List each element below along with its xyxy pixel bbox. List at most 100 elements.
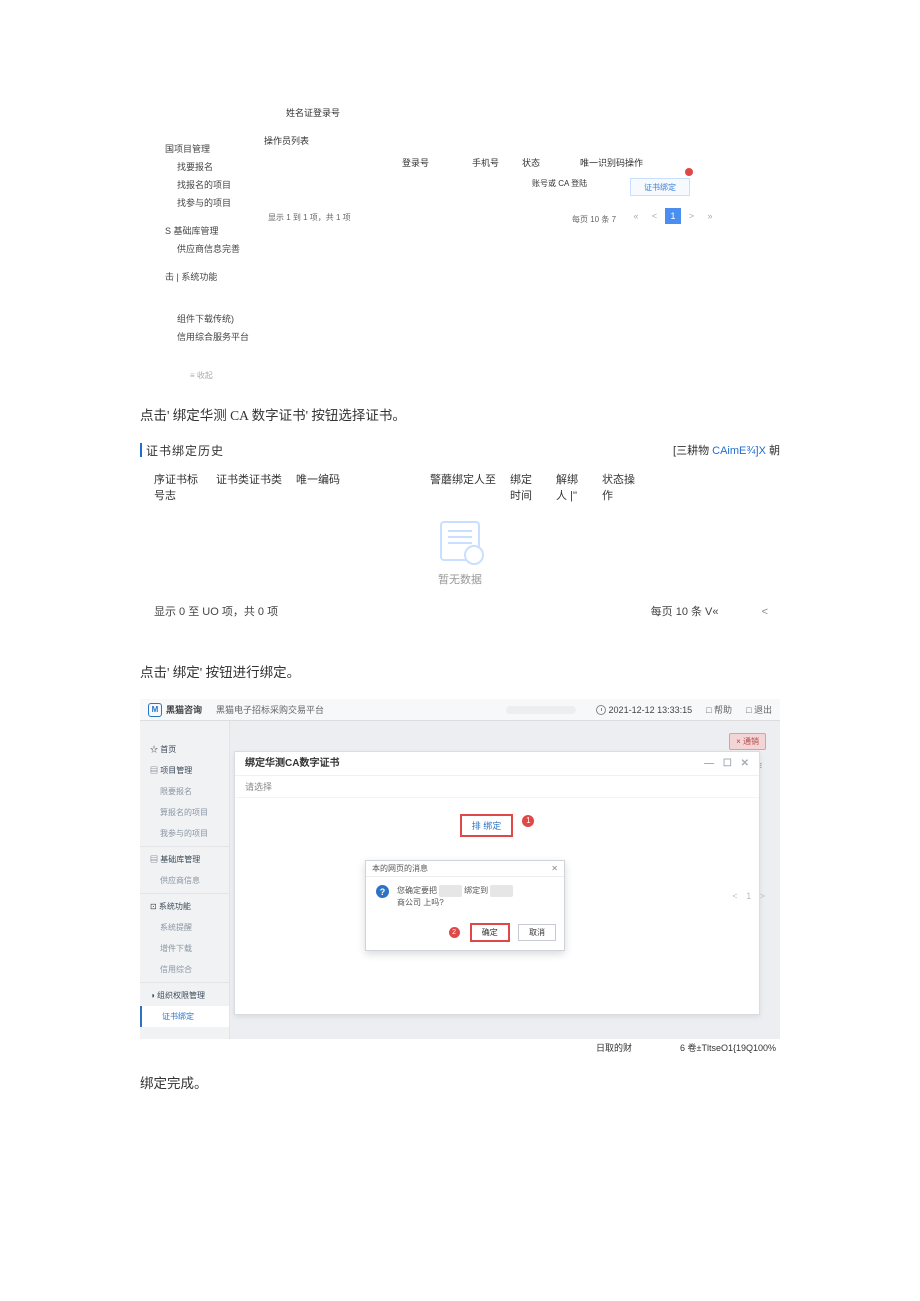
pager-current[interactable]: 1 [665,208,681,224]
side-sys-a[interactable]: 系统提醒 [140,917,229,938]
redacted-icon: ████ [490,885,513,897]
side-home[interactable]: ☆ 首页 [140,739,229,760]
bind-button[interactable]: 排 绑定 [460,814,514,837]
pager: « < 1 > » [628,208,718,224]
link-bind-ca[interactable]: [三耕物 CAimE¾]X 朝 [673,442,780,458]
range-text: 显示 0 至 UO 项，共 0 项 [154,603,278,619]
empty-state: 暂无数据 [140,521,780,587]
col-uid: 唯一编码 [296,471,430,503]
empty-text: 暂无数据 [140,571,780,587]
acct-or-ca-label: 账号或 CA 登陆 [532,178,592,189]
side-proj-b[interactable]: 算报名的项目 [140,802,229,823]
bind-button-host: 排 绑定 1 [235,814,759,837]
question-icon: ? [376,885,389,898]
table-range-text: 显示 1 到 1 项，共 1 项 [268,212,351,223]
nav-base-mgmt[interactable]: S 基础库管理 [165,222,275,240]
brand-logo-icon: M [148,703,162,717]
app-sidebar: ☆ 首页 ▤ 项目管理 限要报名 算报名的项目 我参与的项目 ▤ 基础库管理 供… [140,721,230,1039]
cert-history-title: 证书绑定历史 [140,442,224,459]
pager-last[interactable]: » [702,208,718,224]
datetime-text: 2021-12-12 13:33:15 [609,705,693,715]
side-cert-bind[interactable]: 证书绑定 [140,1006,229,1027]
app-content: × 通销 ⤢ 操作 绑定华测CA数字证书 — ☐ ✕ 请选择 排 绑定 [230,721,780,1039]
pager-text: 每页 10 条 V« < [651,603,768,619]
col-serial: 序证书标号志 [154,471,216,503]
confirm-header-text: 本的网页的消息 [372,861,428,876]
cert-history-panel: 证书绑定历史 [三耕物 CAimE¾]X 朝 序证书标号志 证书类证书类 唯一编… [140,442,780,619]
instruction-bind: 点击' 绑定' 按钮进行绑定。 [140,661,780,681]
nav-download[interactable]: 组件下载传统) [177,310,275,328]
nav-supplier-info[interactable]: 供应商信息完善 [177,240,275,258]
side-sys-c[interactable]: 信用综合 [140,959,229,980]
confirm-text: 您确定要把 ████ 绑定到 ████ 商公司 上吗? [397,885,513,909]
nav-system-fn[interactable]: 击 | 系统功能 [165,268,275,286]
pg-prev-icon[interactable]: < [732,891,737,901]
col-status: 状态 [522,156,540,169]
platform-name: 黑猫电子招标采购交易平台 [216,703,324,716]
cert-bind-button[interactable]: 证书绑定 [630,178,690,196]
bind-dialog-screenshot: M 黑猫咨询 黑猫电子招标采购交易平台 2021-12-12 13:33:15 … [140,699,780,1039]
help-button[interactable]: □ 帮助 [706,703,732,716]
confirm-cancel-button[interactable]: 取消 [518,924,556,941]
cert-history-footer: 显示 0 至 UO 项，共 0 项 每页 10 条 V« < [154,603,768,619]
pager-first[interactable]: « [628,208,644,224]
side-sys[interactable]: ⊡ 系统功能 [140,896,229,917]
pg-next-icon[interactable]: > [760,891,765,901]
side-proj[interactable]: ▤ 项目管理 [140,760,229,781]
pager-next[interactable]: > [684,208,700,224]
col-binder: 警蘑绑定人至 [430,471,510,503]
col-status-op: 状态操作 [602,471,650,503]
pg-1[interactable]: 1 [746,891,751,901]
nav-project-mgmt[interactable]: 国项目管理 [165,140,275,158]
page-size-text: 每页 10 条 7 [572,214,616,225]
callout-1-icon: 1 [522,815,534,827]
chevron-left-icon[interactable]: < [762,606,768,618]
dialog-title: 绑定华测CA数字证书 [245,752,339,776]
side-proj-c[interactable]: 我参与的项目 [140,823,229,844]
operator-list-panel: 姓名证登录号 操作员列表 国项目管理 找要报名 找报名的项目 找参与的项目 S … [140,100,780,380]
col-phone: 手机号 [472,156,499,169]
redacted-icon: ████ [439,885,462,897]
title-bar-icon [140,443,142,457]
col-type: 证书类证书类 [216,471,296,503]
app-topbar: M 黑猫咨询 黑猫电子招标采购交易平台 2021-12-12 13:33:15 … [140,699,780,721]
bind-ca-dialog: 绑定华测CA数字证书 — ☐ ✕ 请选择 排 绑定 1 [234,751,760,1015]
name-login-col: 姓名证登录号 [286,106,340,119]
side-base[interactable]: ▤ 基础库管理 [140,849,229,870]
exit-button[interactable]: □ 退出 [746,703,772,716]
background-pager: < 1 > [729,891,768,901]
side-proj-a[interactable]: 限要报名 [140,781,229,802]
screenshot-footnote: 日取的财 6 卷±TltseO1{19Q100% [140,1039,780,1056]
col-uid-action: 唯一识别码操作 [580,156,643,169]
pager-prev[interactable]: < [647,208,663,224]
cert-history-columns: 序证书标号志 证书类证书类 唯一编码 警蘑绑定人至 绑定时间 解绑人 |'' 状… [154,471,770,503]
side-sys-b[interactable]: 增件下载 [140,938,229,959]
brand-name: 黑猫咨询 [166,703,202,716]
window-min-icon[interactable]: — [704,758,714,769]
confirm-close-icon[interactable]: ✕ [551,861,558,876]
instruction-done: 绑定完成。 [140,1072,780,1092]
window-controls: — ☐ ✕ [698,752,749,776]
left-nav: 国项目管理 找要报名 找报名的项目 找参与的项目 S 基础库管理 供应商信息完善… [165,130,275,346]
window-max-icon[interactable]: ☐ [723,758,732,769]
nav-credit-platform[interactable]: 信用综合服务平台 [177,328,275,346]
dialog-subtitle: 请选择 [235,776,759,798]
confirm-ok-button[interactable]: 确定 [470,923,510,942]
col-bind-time: 绑定时间 [510,471,556,503]
nav-want-register[interactable]: 找要报名 [177,158,275,176]
col-unbinder: 解绑人 |'' [556,471,602,503]
user-blurred [506,706,576,714]
instruction-select-cert: 点击' 绑定华测 CA 数字证书' 按钮选择证书。 [140,404,780,424]
confirm-dialog: 本的网页的消息 ✕ ? 您确定要把 ████ 绑定到 ████ 商公司 上吗? [365,860,565,951]
col-login: 登录号 [402,156,429,169]
sidebar-collapse[interactable]: ≡ 收起 [190,370,213,381]
clock-icon [596,705,606,715]
side-team[interactable]: ◑ 组织权限管理 [140,985,229,1006]
window-close-icon[interactable]: ✕ [741,758,749,769]
nav-applied-projects[interactable]: 找报名的项目 [177,176,275,194]
close-pill-button[interactable]: × 通销 [729,733,766,750]
callout-2-icon: 2 [449,927,460,938]
side-base-a[interactable]: 供应商信息 [140,870,229,891]
empty-doc-icon [440,521,480,561]
nav-joined-projects[interactable]: 找参与的项目 [177,194,275,212]
